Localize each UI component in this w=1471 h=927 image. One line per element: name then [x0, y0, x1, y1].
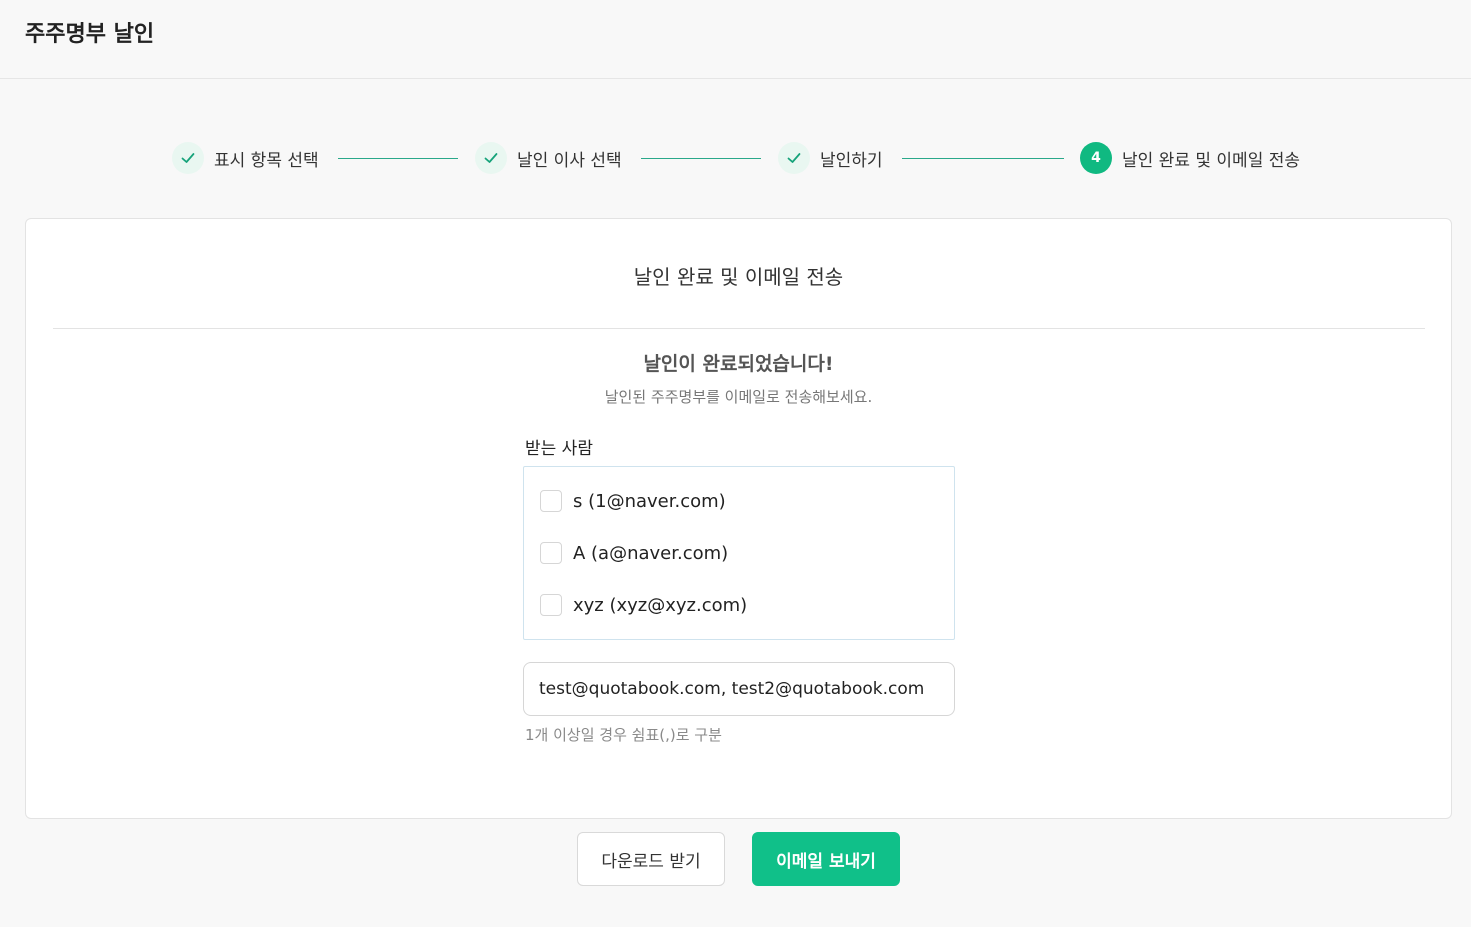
step-number: 4: [1080, 142, 1112, 174]
step-3: 날인하기: [778, 140, 883, 176]
step-label: 날인하기: [820, 150, 883, 171]
recipient-checkbox[interactable]: [540, 490, 562, 512]
recipient-label: 받는 사람: [525, 439, 593, 459]
card-title: 날인 완료 및 이메일 전송: [633, 265, 844, 289]
recipient-list: s (1@naver.com) A (a@naver.com) xyz (xyz…: [523, 466, 955, 640]
recipient-item[interactable]: xyz (xyz@xyz.com): [540, 593, 747, 617]
step-label: 표시 항목 선택: [214, 150, 319, 171]
success-subtitle: 날인된 주주명부를 이메일로 전송해보세요.: [604, 388, 873, 406]
completion-card: 날인 완료 및 이메일 전송 날인이 완료되었습니다! 날인된 주주명부를 이메…: [25, 218, 1452, 819]
recipient-item[interactable]: A (a@naver.com): [540, 541, 728, 565]
check-icon: [778, 142, 810, 174]
email-input[interactable]: [523, 662, 955, 716]
recipient-checkbox[interactable]: [540, 594, 562, 616]
recipient-item[interactable]: s (1@naver.com): [540, 489, 726, 513]
check-icon: [172, 142, 204, 174]
send-email-button[interactable]: 이메일 보내기: [752, 832, 900, 886]
header: 주주명부 날인: [0, 0, 1471, 79]
recipient-text: A (a@naver.com): [573, 542, 729, 564]
step-connector: [902, 158, 1064, 159]
step-connector: [641, 158, 761, 159]
step-label: 날인 이사 선택: [517, 150, 622, 171]
download-button[interactable]: 다운로드 받기: [577, 832, 725, 886]
step-label: 날인 완료 및 이메일 전송: [1122, 150, 1301, 171]
page-title: 주주명부 날인: [25, 22, 155, 47]
step-4: 4 날인 완료 및 이메일 전송: [1080, 140, 1300, 176]
divider: [53, 328, 1425, 329]
recipient-checkbox[interactable]: [540, 542, 562, 564]
helper-text: 1개 이상일 경우 쉼표(,)로 구분: [525, 726, 722, 744]
step-2: 날인 이사 선택: [475, 140, 622, 176]
stepper: 표시 항목 선택 날인 이사 선택 날인하기 4 날인 완료 및 이메일 전송: [0, 140, 1471, 176]
step-1: 표시 항목 선택: [172, 140, 319, 176]
recipient-text: s (1@naver.com): [573, 490, 726, 512]
recipient-text: xyz (xyz@xyz.com): [573, 594, 748, 616]
success-title: 날인이 완료되었습니다!: [643, 353, 834, 375]
check-icon: [475, 142, 507, 174]
step-connector: [338, 158, 458, 159]
